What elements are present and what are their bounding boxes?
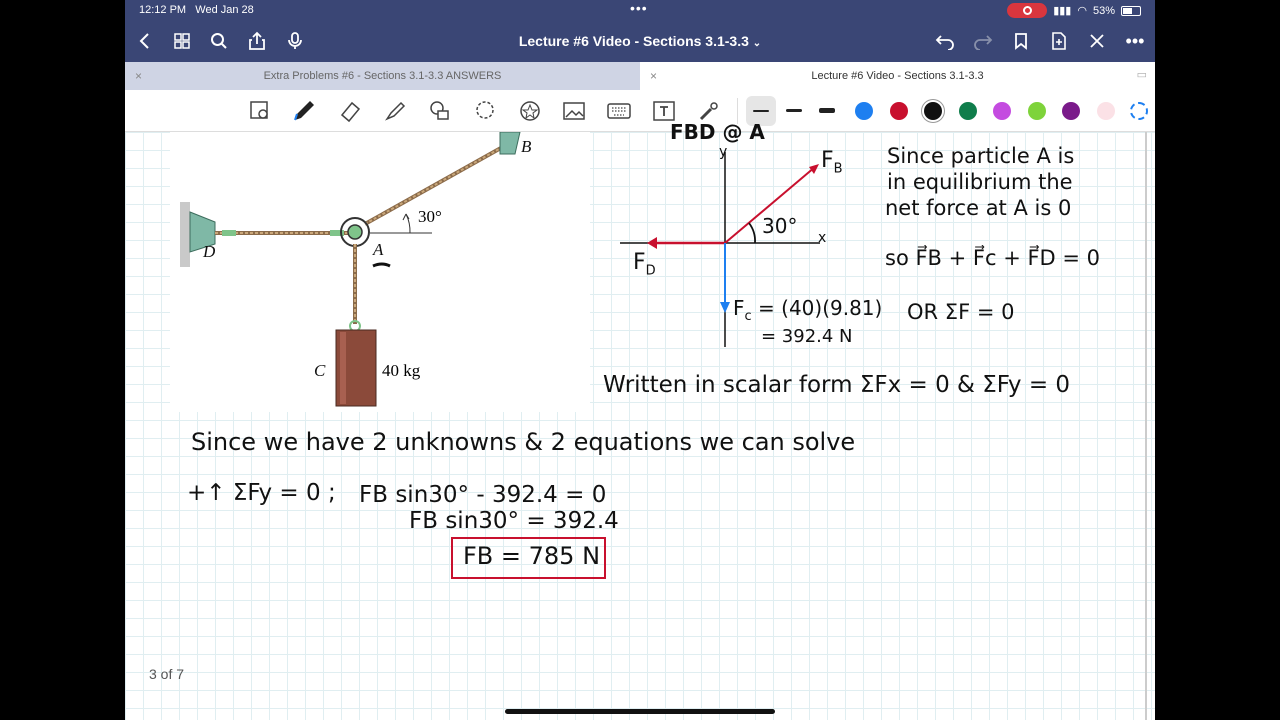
label-b: B bbox=[521, 137, 532, 156]
sum-force-equation: OR ΣF = 0 bbox=[907, 300, 1015, 324]
angle-label: 30° bbox=[418, 207, 442, 226]
screen: 12:12 PM Wed Jan 28 ••• ▮▮▮ ◠ 53% Lectur… bbox=[125, 0, 1155, 720]
tab-extra-problems[interactable]: × Extra Problems #6 - Sections 3.1-3.3 A… bbox=[125, 62, 640, 90]
status-time: 12:12 PM Wed Jan 28 bbox=[139, 4, 254, 16]
screen-record-icon[interactable] bbox=[1007, 3, 1048, 18]
color-pink-swatch[interactable] bbox=[993, 102, 1011, 120]
more-options-icon[interactable]: ••• bbox=[1123, 29, 1147, 53]
fc-equation: Fc = (40)(9.81) bbox=[733, 296, 883, 324]
close-icon[interactable]: × bbox=[650, 69, 657, 83]
top-bar: 12:12 PM Wed Jan 28 ••• ▮▮▮ ◠ 53% Lectur… bbox=[125, 0, 1155, 62]
chevron-down-icon[interactable]: ⌄ bbox=[753, 38, 761, 49]
undo-icon[interactable] bbox=[933, 29, 957, 53]
fb-label: FB bbox=[821, 148, 843, 177]
color-black-swatch-selected[interactable] bbox=[924, 102, 942, 120]
mass-label: 40 kg bbox=[382, 361, 421, 380]
close-icon[interactable]: × bbox=[135, 69, 142, 83]
color-blue-swatch[interactable] bbox=[855, 102, 873, 120]
tab-bar: × Extra Problems #6 - Sections 3.1-3.3 A… bbox=[125, 62, 1155, 90]
wifi-icon: ◠ bbox=[1077, 5, 1087, 17]
color-red-swatch[interactable] bbox=[890, 102, 908, 120]
axis-y-label: y bbox=[719, 144, 728, 160]
page-edge bbox=[1145, 132, 1147, 720]
eraser-icon[interactable] bbox=[337, 98, 363, 124]
fbd-angle: 30° bbox=[762, 214, 798, 238]
equation-2: FB sin30° = 392.4 bbox=[409, 508, 619, 534]
color-green-swatch[interactable] bbox=[959, 102, 977, 120]
sum-y-equation: +↑ ΣFy = 0 ; bbox=[187, 480, 336, 506]
page-indicator: 3 of 7 bbox=[149, 666, 185, 682]
highlighter-icon[interactable] bbox=[382, 98, 408, 124]
redo-icon[interactable] bbox=[971, 29, 995, 53]
add-page-icon[interactable] bbox=[1047, 29, 1071, 53]
fd-label: FD bbox=[633, 250, 656, 279]
keyboard-icon[interactable] bbox=[606, 98, 632, 124]
signal-icon: ▮▮▮ bbox=[1053, 5, 1072, 17]
bookmark-icon[interactable] bbox=[1009, 29, 1033, 53]
annotation-toolbar bbox=[125, 90, 1155, 132]
home-indicator[interactable] bbox=[505, 709, 775, 714]
battery-percent: 53% bbox=[1092, 4, 1115, 17]
battery-icon bbox=[1121, 5, 1141, 16]
shapes-icon[interactable] bbox=[427, 98, 453, 124]
stroke-medium[interactable] bbox=[786, 109, 802, 112]
fc-value: = 392.4 N bbox=[761, 326, 853, 347]
pen-icon[interactable] bbox=[291, 98, 317, 124]
tab-lecture-video[interactable]: × Lecture #6 Video - Sections 3.1-3.3 ▭ bbox=[640, 62, 1155, 90]
stroke-thick[interactable] bbox=[819, 108, 835, 113]
color-purple-swatch[interactable] bbox=[1062, 102, 1080, 120]
textbook-figure bbox=[170, 132, 590, 412]
note-since-3: net force at A is 0 bbox=[885, 196, 1072, 220]
document-title[interactable]: Lecture #6 Video - Sections 3.1-3.3 ⌄ bbox=[125, 33, 1155, 49]
fbd-header: FBD @ A bbox=[670, 120, 765, 144]
lasso-icon[interactable] bbox=[472, 98, 498, 124]
note-since-1: Since particle A is bbox=[887, 144, 1075, 168]
image-icon[interactable] bbox=[561, 98, 587, 124]
label-a: A bbox=[373, 240, 384, 259]
sticker-icon[interactable] bbox=[517, 98, 543, 124]
color-picker-icon[interactable] bbox=[1130, 102, 1148, 120]
multitasking-dots[interactable]: ••• bbox=[630, 0, 648, 16]
scalar-form-note: Written in scalar form ΣFx = 0 & ΣFy = 0 bbox=[603, 372, 1071, 398]
answer: FB = 785 N bbox=[463, 542, 601, 570]
unknowns-note: Since we have 2 unknowns & 2 equations w… bbox=[191, 428, 856, 456]
label-c: C bbox=[314, 361, 326, 380]
label-d: D bbox=[203, 242, 216, 261]
note-since-2: in equilibrium the bbox=[887, 170, 1073, 194]
equation-1: FB sin30° - 392.4 = 0 bbox=[359, 482, 607, 508]
close-toolbar-icon[interactable] bbox=[1085, 29, 1109, 53]
status-icons: ▮▮▮ ◠ 53% bbox=[1007, 3, 1141, 18]
note-page[interactable]: B D A C 30° 40 kg FBD @ A FB FD 30° x y … bbox=[125, 120, 1155, 720]
color-lime-swatch[interactable] bbox=[1028, 102, 1046, 120]
vector-equation: so F⃗B + F⃗c + F⃗D = 0 bbox=[885, 246, 1101, 270]
lasso-select-icon[interactable] bbox=[247, 98, 273, 124]
split-view-icon[interactable]: ▭ bbox=[1137, 68, 1147, 81]
color-light-pink-swatch[interactable] bbox=[1097, 102, 1115, 120]
stroke-thin[interactable] bbox=[753, 110, 769, 112]
axis-x-label: x bbox=[818, 230, 827, 246]
